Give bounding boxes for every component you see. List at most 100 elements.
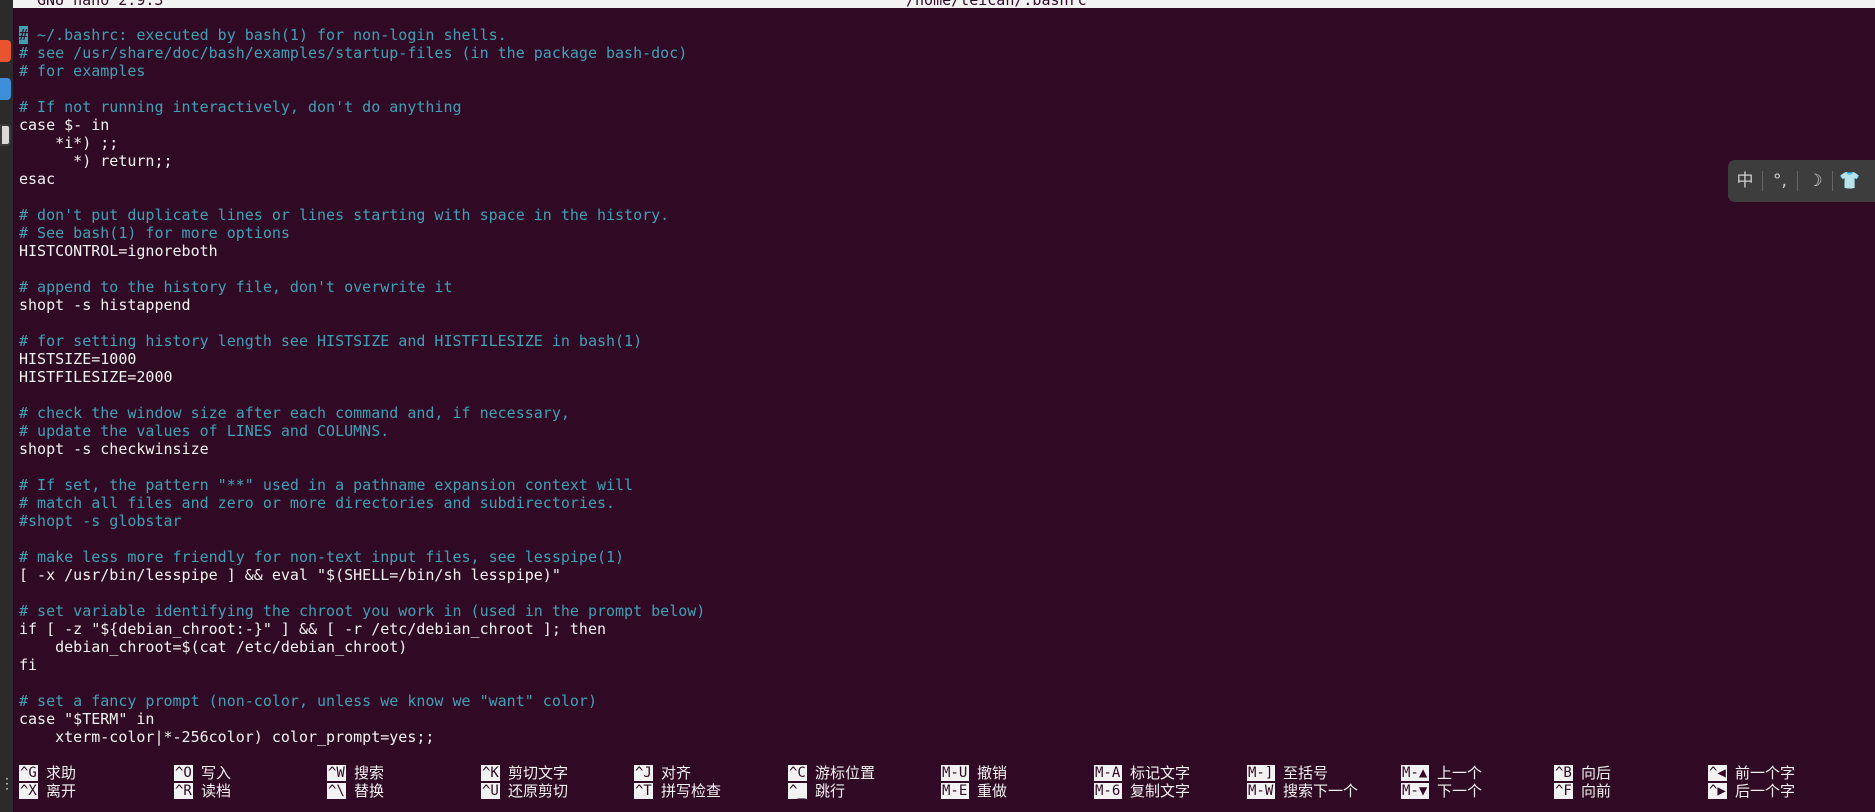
shortcut-label: 离开 (46, 782, 77, 800)
shortcut-label: 后一个字 (1735, 782, 1796, 800)
editor-line: #shopt -s globstar (19, 512, 182, 530)
editor-line: shopt -s histappend (19, 296, 191, 314)
shortcut-label: 向前 (1581, 782, 1612, 800)
shortcut-item[interactable]: M-] 至括号 (1247, 764, 1397, 782)
shortcut-item[interactable]: ^W 搜索 (327, 764, 477, 782)
editor-line: # If not running interactively, don't do… (19, 98, 462, 116)
terminal-icon[interactable] (0, 124, 11, 146)
shortcut-item[interactable]: ^B 向后 (1554, 764, 1704, 782)
shortcut-column: ^K 剪切文字 ^U 还原剪切 (481, 764, 631, 800)
file-path: /home/teican/.bashrc (906, 0, 1087, 8)
shortcut-label: 求助 (46, 764, 77, 782)
editor-text-area[interactable]: # ~/.bashrc: executed by bash(1) for non… (19, 26, 1719, 746)
editor-line: debian_chroot=$(cat /etc/debian_chroot) (19, 638, 408, 656)
shortcut-item[interactable]: M-▲ 上一个 (1401, 764, 1551, 782)
shortcut-key: ^U (481, 783, 500, 799)
shortcut-column: ^C 游标位置 ^_ 跳行 (788, 764, 938, 800)
editor-line: HISTFILESIZE=2000 (19, 368, 173, 386)
shortcut-key: M-U (941, 765, 969, 781)
shortcut-item[interactable]: ^X 离开 (19, 782, 169, 800)
shortcut-label: 前一个字 (1735, 764, 1796, 782)
shortcut-item[interactable]: ^J 对齐 (634, 764, 784, 782)
shortcut-key: ^R (174, 783, 193, 799)
shortcut-label: 复制文字 (1130, 782, 1191, 800)
shortcut-item[interactable]: ^T 拼写检查 (634, 782, 784, 800)
ime-skin-icon[interactable]: 👕 (1833, 171, 1867, 191)
shortcut-label: 重做 (977, 782, 1008, 800)
shortcut-column: ^W 搜索 ^\ 替换 (327, 764, 477, 800)
shortcut-item[interactable]: ^_ 跳行 (788, 782, 938, 800)
shortcut-item[interactable]: M-▼ 下一个 (1401, 782, 1551, 800)
editor-line: # match all files and zero or more direc… (19, 494, 616, 512)
browser-icon[interactable] (0, 78, 11, 100)
shortcut-item[interactable]: ^F 向前 (1554, 782, 1704, 800)
nano-title-bar: GNU nano 2.9.3 /home/teican/.bashrc (13, 0, 1875, 8)
software-center-icon[interactable] (0, 40, 11, 62)
shortcut-item[interactable]: ^▶ 后一个字 (1708, 782, 1858, 800)
shortcut-key: ^C (788, 765, 807, 781)
shortcut-key: ^F (1554, 783, 1573, 799)
shortcut-key: ^O (174, 765, 193, 781)
shortcut-key: M-▲ (1401, 765, 1429, 781)
shortcut-item[interactable]: ^◀ 前一个字 (1708, 764, 1858, 782)
shortcut-item[interactable]: M-A 标记文字 (1094, 764, 1244, 782)
shortcut-item[interactable]: ^U 还原剪切 (481, 782, 631, 800)
shortcut-label: 拼写检查 (661, 782, 722, 800)
editor-line: xterm-color|*-256color) color_prompt=yes… (19, 728, 435, 746)
editor-line: # ~/.bashrc: executed by bash(1) for non… (19, 26, 1719, 44)
shortcut-key: ^T (634, 783, 653, 799)
editor-line: # set a fancy prompt (non-color, unless … (19, 692, 597, 710)
shortcut-item[interactable]: M-U 撤销 (941, 764, 1091, 782)
text-cursor: # (19, 26, 29, 44)
shortcut-key: ^_ (788, 783, 807, 799)
shortcut-key: ^G (19, 765, 38, 781)
shortcut-label: 标记文字 (1130, 764, 1191, 782)
shortcut-item[interactable]: ^R 读档 (174, 782, 324, 800)
editor-line: # set variable identifying the chroot yo… (19, 602, 706, 620)
editor-line: # See bash(1) for more options (19, 224, 290, 242)
shortcut-item[interactable]: ^K 剪切文字 (481, 764, 631, 782)
shortcut-column: M-▲ 上一个 M-▼ 下一个 (1401, 764, 1551, 800)
editor-line: # append to the history file, don't over… (19, 278, 453, 296)
editor-line: *) return;; (19, 152, 173, 170)
shortcut-item[interactable]: ^C 游标位置 (788, 764, 938, 782)
shortcut-item[interactable]: ^G 求助 (19, 764, 169, 782)
shortcut-item[interactable]: ^\ 替换 (327, 782, 477, 800)
shortcut-help-bar: ^G 求助 ^X 离开 ^O 写入 ^R 读档 ^W 搜索 ^\ 替换 ^K 剪切文字 ^U 还原剪切 ^J 对齐… (19, 764, 1875, 800)
shortcut-item[interactable]: ^O 写入 (174, 764, 324, 782)
editor-line: # check the window size after each comma… (19, 404, 570, 422)
editor-line: # update the values of LINES and COLUMNS… (19, 422, 390, 440)
shortcut-column: ^J 对齐 ^T 拼写检查 (634, 764, 784, 800)
launcher-sidebar: ⋮ (0, 0, 14, 812)
shortcut-key: M-E (941, 783, 969, 799)
shortcut-label: 对齐 (661, 764, 692, 782)
shortcut-key: M-] (1247, 765, 1275, 781)
editor-line: fi (19, 656, 38, 674)
shortcut-key: M-▼ (1401, 783, 1429, 799)
nano-version: GNU nano 2.9.3 (37, 0, 163, 8)
shortcut-column: M-] 至括号 M-W 搜索下一个 (1247, 764, 1397, 800)
shortcut-label: 游标位置 (815, 764, 876, 782)
shortcut-label: 上一个 (1437, 764, 1483, 782)
show-applications-icon[interactable]: ⋮ (0, 777, 14, 804)
shortcut-item[interactable]: M-6 复制文字 (1094, 782, 1244, 800)
shortcut-column: ^◀ 前一个字 ^▶ 后一个字 (1708, 764, 1858, 800)
shortcut-key: M-A (1094, 765, 1122, 781)
editor-line: case "$TERM" in (19, 710, 155, 728)
editor-line: shopt -s checkwinsize (19, 440, 209, 458)
editor-line: # If set, the pattern "**" used in a pat… (19, 476, 634, 494)
shortcut-label: 读档 (201, 782, 232, 800)
ime-chinese-mode-icon[interactable]: 中 (1728, 171, 1763, 191)
ime-punctuation-icon[interactable]: °, (1763, 171, 1798, 191)
input-method-toolbar[interactable]: 中 °, ☽ 👕 (1728, 160, 1875, 202)
shortcut-label: 还原剪切 (508, 782, 569, 800)
shortcut-label: 替换 (354, 782, 385, 800)
screen: ⋮ GNU nano 2.9.3 /home/teican/.bashrc # … (0, 0, 1875, 812)
shortcut-key: ^◀ (1708, 765, 1727, 781)
shortcut-item[interactable]: M-W 搜索下一个 (1247, 782, 1397, 800)
ime-night-mode-icon[interactable]: ☽ (1798, 171, 1833, 191)
shortcut-item[interactable]: M-E 重做 (941, 782, 1091, 800)
